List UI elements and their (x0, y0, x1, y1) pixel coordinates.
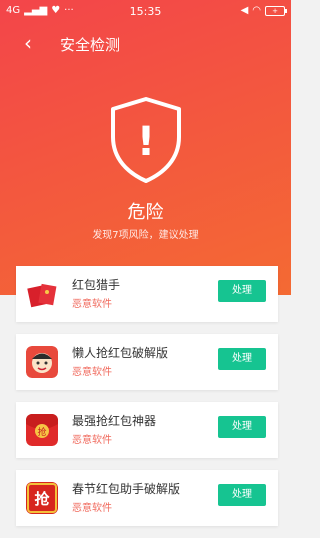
threat-type: 恶意软件 (72, 367, 112, 378)
threat-type: 恶意软件 (72, 503, 112, 514)
nav-bar: ‹ 安全检测 (0, 32, 291, 56)
back-chevron-icon[interactable]: ‹ (24, 32, 32, 54)
threat-type: 恶意软件 (72, 435, 112, 446)
svg-text:抢: 抢 (37, 426, 46, 438)
handle-button[interactable]: 处理 (218, 280, 266, 302)
wifi-icon: ◠ (252, 5, 261, 16)
grab-badge-icon: 抢 (26, 414, 58, 446)
shield-symbol: ! (137, 119, 155, 165)
handle-button[interactable]: 处理 (218, 416, 266, 438)
threat-item: 红包猎手 恶意软件 处理 (16, 266, 278, 322)
threat-name: 最强抢红包神器 (72, 414, 157, 428)
battery-icon: + (265, 5, 287, 16)
status-bar: 4G ▂▄▆ ♥ ··· 15:35 ◀ ◠ + (0, 0, 291, 22)
threat-list: 红包猎手 恶意软件 处理 懒人抢红包破解版 恶意软件 处理 抢 最强抢红包神器 … (16, 266, 278, 538)
grab-envelope-icon: 抢 (26, 482, 58, 514)
lazy-face-icon (26, 346, 58, 378)
threat-item: 抢 最强抢红包神器 恶意软件 处理 (16, 402, 278, 458)
mute-icon: ◀ (240, 5, 249, 16)
handle-button[interactable]: 处理 (218, 484, 266, 506)
threat-name: 懒人抢红包破解版 (72, 346, 169, 360)
threat-name: 春节红包助手破解版 (72, 482, 181, 496)
threat-item: 懒人抢红包破解版 恶意软件 处理 (16, 334, 278, 390)
svg-text:抢: 抢 (34, 490, 50, 508)
threat-name: 红包猎手 (72, 278, 121, 292)
handle-button[interactable]: 处理 (218, 348, 266, 370)
red-envelopes-icon (26, 278, 58, 310)
shield-warning-icon: ! (111, 97, 181, 183)
risk-level: 危险 (127, 202, 164, 223)
risk-summary: 发现7项风险，建议处理 (92, 230, 199, 241)
threat-item: 抢 春节红包助手破解版 恶意软件 处理 (16, 470, 278, 526)
page-title: 安全检测 (60, 36, 121, 54)
threat-type: 恶意软件 (72, 299, 112, 310)
